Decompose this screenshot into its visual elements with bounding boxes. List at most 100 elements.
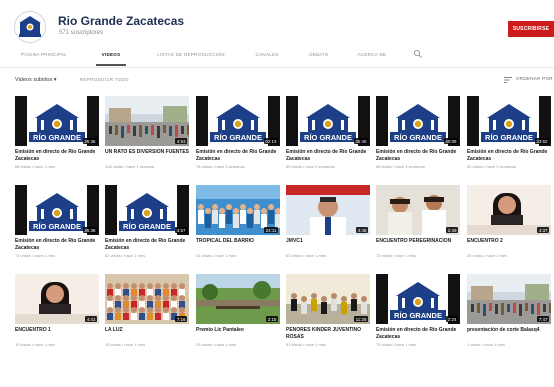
video-card[interactable]: 4:37 ENCUENTRO 2 30 vistas • hace 1 mes bbox=[467, 185, 551, 258]
video-duration: 24:11 bbox=[264, 227, 278, 233]
sort-by-button[interactable]: ORDENAR POR bbox=[504, 76, 553, 83]
video-title[interactable]: ENCUENTRO PEREGRINACIÓN bbox=[376, 238, 460, 251]
tab-playlists[interactable]: LISTAS DE REPRODUCCIÓN bbox=[152, 52, 230, 57]
video-thumbnail[interactable]: RÍO GRANDE 02:13 bbox=[196, 96, 280, 146]
video-meta: 108 vistas • hace 1 semana bbox=[105, 164, 154, 169]
video-title[interactable]: Emisión en directo de Río Grande Zacatec… bbox=[196, 149, 280, 162]
tab-channels[interactable]: CANALES bbox=[252, 52, 282, 57]
video-meta: 78 vistas • hace 2 semanas bbox=[196, 164, 245, 169]
video-thumbnail[interactable]: RÍO GRANDE 2:24 bbox=[376, 274, 460, 324]
video-thumbnail[interactable]: 4:53 bbox=[105, 96, 189, 146]
video-card[interactable]: 4:53 UN RATO ES DIVERSIÓN FUENTES 108 vist… bbox=[105, 96, 189, 169]
video-thumbnail[interactable]: 2:15 bbox=[196, 274, 280, 324]
video-thumbnail[interactable]: 24:11 bbox=[196, 185, 280, 235]
video-card[interactable]: 11:25 PEÑORES KINDER JUVENTINO ROSAS 51 vi… bbox=[286, 274, 370, 347]
video-card[interactable]: RÍO GRANDE 02:13 Emisión en directo de Río… bbox=[196, 96, 280, 169]
video-title[interactable]: UN RATO ES DIVERSIÓN FUENTES bbox=[105, 149, 189, 162]
video-meta: 81 vistas • hace 1 mes bbox=[105, 253, 146, 258]
video-card[interactable]: 4:48 JMVC1 63 vistas • hace 1 mes bbox=[286, 185, 370, 258]
video-card[interactable]: 2:49 ENCUENTRO PEREGRINACIÓN 72 vistas • h… bbox=[376, 185, 460, 258]
tab-discussion[interactable]: DEBATE bbox=[305, 52, 333, 57]
video-card[interactable]: RÍO GRANDE 40:09 Emisión en directo de Río… bbox=[376, 96, 460, 169]
channel-logo-icon bbox=[15, 12, 45, 42]
video-duration: 33:52 bbox=[534, 138, 549, 144]
video-thumbnail[interactable]: RÍO GRANDE 40:09 bbox=[376, 96, 460, 146]
video-title[interactable]: Emisión en directo de Río Grande Zacatec… bbox=[105, 238, 189, 251]
video-title[interactable]: Emisión en directo de Río Grande Zacatec… bbox=[376, 149, 460, 162]
video-duration: 11:25 bbox=[354, 316, 368, 322]
video-duration: 35:40 bbox=[353, 138, 368, 144]
video-card[interactable]: RÍO GRANDE 4:57 Emisión en directo de Río … bbox=[105, 185, 189, 258]
video-card[interactable]: RÍO GRANDE 26:36 Emisión en directo de Río… bbox=[15, 96, 99, 169]
channel-header: Rio Grande Zacatecas 571 suscriptores SU… bbox=[0, 0, 554, 46]
tab-home[interactable]: PÁGINA PRINCIPAL bbox=[16, 52, 72, 57]
video-card[interactable]: RÍO GRANDE 35:36 Emisión en directo de Río… bbox=[15, 185, 99, 258]
video-title[interactable]: Emisión en directo de Río Grande Zacatec… bbox=[376, 327, 460, 340]
tab-about[interactable]: ACERCA DE bbox=[352, 52, 392, 57]
video-meta: 72 vistas • hace 1 mes bbox=[376, 253, 417, 258]
video-card[interactable]: RÍO GRANDE 33:52 Emisión en directo de Río… bbox=[467, 96, 551, 169]
video-title[interactable]: LA LUZ bbox=[105, 327, 189, 340]
subscriber-count: 571 suscriptores bbox=[59, 30, 104, 36]
video-meta: 19 vistas • hace 1 mes bbox=[105, 342, 146, 347]
video-title[interactable]: Emisión en directo de Río Grande Zacatec… bbox=[15, 149, 99, 162]
video-duration: 4:48 bbox=[356, 227, 368, 233]
video-title[interactable]: PEÑORES KINDER JUVENTINO ROSAS bbox=[286, 327, 370, 340]
video-title[interactable]: JMVC1 bbox=[286, 238, 370, 251]
play-all-button[interactable]: REPRODUCIR TODO bbox=[80, 77, 129, 82]
video-title[interactable]: Premio Lic Pantaleo bbox=[196, 327, 280, 340]
video-duration: 40:09 bbox=[443, 138, 458, 144]
video-duration: 2:49 bbox=[446, 227, 458, 233]
video-card[interactable]: 7:47 presentación de corte Balasq4 1 vista… bbox=[467, 274, 551, 347]
video-card[interactable]: 2:15 Premio Lic Pantaleo 23 vistas • hace … bbox=[196, 274, 280, 347]
video-title[interactable]: Emisión en directo de Río Grande Zacatec… bbox=[467, 149, 551, 162]
video-meta: 23 vistas • hace 1 mes bbox=[196, 342, 237, 347]
video-title[interactable]: presentación de corte Balasq4 bbox=[467, 327, 551, 340]
tabs-divider bbox=[0, 67, 554, 68]
video-thumbnail[interactable]: 7:47 bbox=[467, 274, 551, 324]
video-meta: 73 vistas • hace 1 mes bbox=[15, 253, 56, 258]
video-meta: 82 vistas • hace 3 semanas bbox=[467, 164, 516, 169]
video-card[interactable]: 24:11 TROPICAL DEL BARRIO 41 vistas • hace… bbox=[196, 185, 280, 258]
search-icon[interactable] bbox=[413, 49, 423, 59]
video-meta: 65 vistas • hace 2 semanas bbox=[286, 164, 335, 169]
video-duration: 2:15 bbox=[266, 316, 278, 322]
tab-videos[interactable]: VIDEOS bbox=[96, 52, 126, 57]
video-meta: 70 vistas • hace 1 mes bbox=[376, 342, 417, 347]
video-thumbnail[interactable]: RÍO GRANDE 26:36 bbox=[15, 96, 99, 146]
video-duration: 2:24 bbox=[446, 316, 458, 322]
video-thumbnail[interactable]: 11:25 bbox=[286, 274, 370, 324]
video-card[interactable]: 4:41 ENCUENTRO 1 12 vistas • hace 1 mes bbox=[15, 274, 99, 347]
video-card[interactable]: RÍO GRANDE 2:24 Emisión en directo de Río … bbox=[376, 274, 460, 347]
video-thumbnail[interactable]: 4:48 bbox=[286, 185, 370, 235]
video-thumbnail[interactable]: 7:16 bbox=[105, 274, 189, 324]
video-title[interactable]: ENCUENTRO 1 bbox=[15, 327, 99, 340]
filter-row: Videos subidos ▾ REPRODUCIR TODO ORDENAR… bbox=[0, 72, 554, 90]
video-thumbnail[interactable]: 4:41 bbox=[15, 274, 99, 324]
video-title[interactable]: ENCUENTRO 2 bbox=[467, 238, 551, 251]
video-title[interactable]: Emisión en directo de Río Grande Zacatec… bbox=[286, 149, 370, 162]
video-title[interactable]: TROPICAL DEL BARRIO bbox=[196, 238, 280, 251]
sort-by-label: ORDENAR POR bbox=[516, 76, 553, 81]
video-meta: 68 vistas • hace 1 mes bbox=[15, 164, 56, 169]
channel-avatar[interactable] bbox=[14, 11, 46, 43]
video-meta: 30 vistas • hace 1 mes bbox=[467, 253, 508, 258]
uploads-dropdown[interactable]: Videos subidos ▾ bbox=[15, 77, 57, 83]
video-title[interactable]: Emisión en directo de Río Grande Zacatec… bbox=[15, 238, 99, 251]
thumb-logo-text: RÍO GRANDE bbox=[304, 133, 352, 142]
video-thumbnail[interactable]: RÍO GRANDE 33:52 bbox=[467, 96, 551, 146]
subscribe-button[interactable]: SUSCRIBIRSE bbox=[508, 21, 554, 37]
video-thumbnail[interactable]: 2:49 bbox=[376, 185, 460, 235]
channel-name: Rio Grande Zacatecas bbox=[58, 14, 185, 28]
video-thumbnail[interactable]: 4:37 bbox=[467, 185, 551, 235]
video-thumbnail[interactable]: RÍO GRANDE 35:40 bbox=[286, 96, 370, 146]
video-thumbnail[interactable]: RÍO GRANDE 4:57 bbox=[105, 185, 189, 235]
thumb-logo-text: RÍO GRANDE bbox=[33, 133, 81, 142]
video-card[interactable]: RÍO GRANDE 35:40 Emisión en directo de Río… bbox=[286, 96, 370, 169]
sort-icon bbox=[504, 77, 512, 83]
video-meta: 51 vistas • hace 1 mes bbox=[286, 342, 327, 347]
video-card[interactable]: 7:16 LA LUZ 19 vistas • hace 1 mes bbox=[105, 274, 189, 347]
video-thumbnail[interactable]: RÍO GRANDE 35:36 bbox=[15, 185, 99, 235]
active-tab-indicator bbox=[96, 64, 126, 66]
video-duration: 7:47 bbox=[537, 316, 549, 322]
